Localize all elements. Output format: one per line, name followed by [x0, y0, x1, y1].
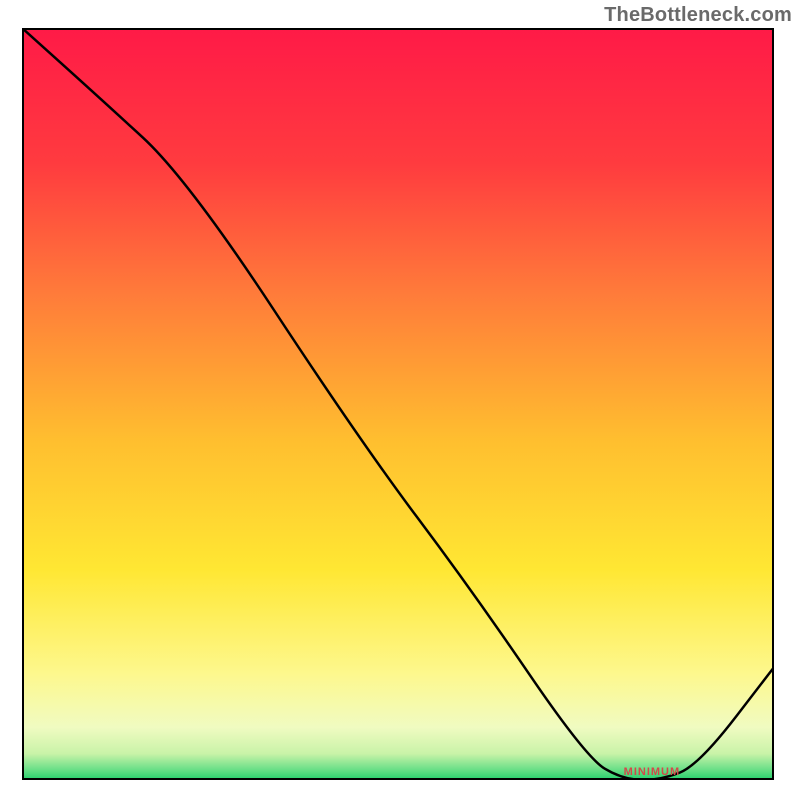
chart-svg — [22, 28, 774, 780]
attribution-text: TheBottleneck.com — [604, 4, 792, 27]
chart-background — [22, 28, 774, 780]
chart-plot-area: MINIMUM — [22, 28, 774, 780]
